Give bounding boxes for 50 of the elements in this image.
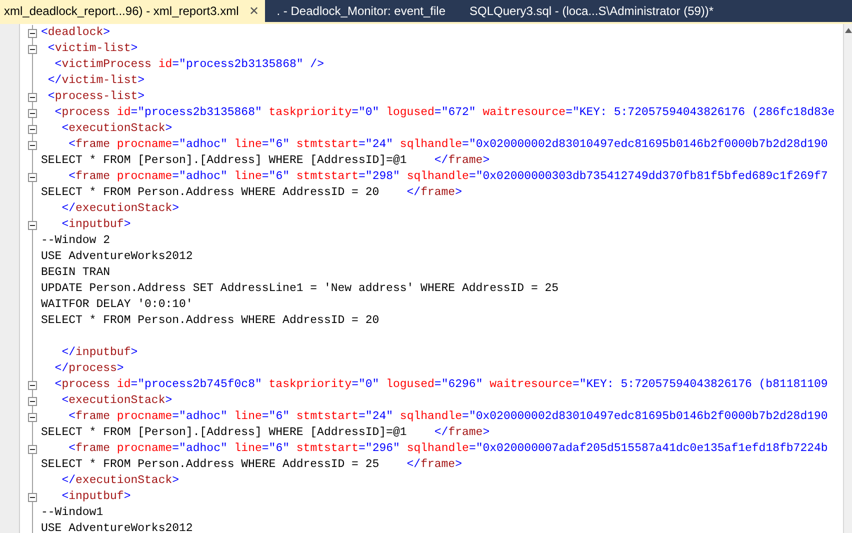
collapse-icon[interactable]	[28, 444, 36, 454]
document-tab[interactable]: SQLQuery3.sql - (loca...S\Administrator (59))*	[458, 0, 726, 22]
code-line: </victim-list>	[46, 73, 145, 89]
collapse-icon[interactable]	[28, 140, 36, 150]
code-line: BEGIN TRAN	[40, 265, 110, 281]
code-line: SELECT * FROM [Person].[Address] WHERE [AddressID]=@1 </frame>	[40, 153, 490, 169]
up-arrow-icon[interactable]	[844, 28, 852, 33]
collapse-icon[interactable]	[28, 412, 36, 422]
code-line: <process id="process2b3135868" taskpriority="0" logused="672" waitresource="KEY: 5:72057594043826176 (286fc18d83e	[54, 105, 835, 121]
code-line: USE AdventureWorks2012	[40, 249, 193, 265]
collapse-icon[interactable]	[28, 108, 36, 118]
code-line: <process id="process2b745f0c8" taskpriority="0" logused="6296" waitresource="KEY: 5:72057594043826176 (b81181109	[54, 377, 828, 393]
code-line: <executionStack>	[60, 393, 172, 409]
code-line: UPDATE Person.Address SET AddressLine1 = 'New address' WHERE AddressID = 25	[40, 281, 559, 297]
collapse-icon[interactable]	[28, 124, 36, 134]
scrollbar[interactable]	[843, 24, 852, 533]
code-line: --Window 2	[40, 233, 110, 249]
code-line: <frame procname="adhoc" line="6" stmtstart="24" sqlhandle="0x020000002d83010497edc81695b0146b2f0000b7b2d28d190	[68, 137, 828, 153]
code-line: --Window1	[40, 505, 104, 521]
code-line: WAITFOR DELAY '0:0:10'	[40, 297, 193, 313]
code-line: </inputbuf>	[60, 345, 138, 361]
code-line: SELECT * FROM Person.Address WHERE AddressID = 20	[40, 313, 380, 329]
collapse-icon[interactable]	[28, 92, 36, 102]
collapse-icon[interactable]	[28, 220, 36, 230]
collapse-icon[interactable]	[28, 172, 36, 182]
code-line: <deadlock>	[40, 25, 110, 41]
code-line: <frame procname="adhoc" line="6" stmtstart="24" sqlhandle="0x020000002d83010497edc81695b0146b2f0000b7b2d28d190	[68, 409, 828, 425]
collapse-icon[interactable]	[28, 492, 36, 502]
code-line: <inputbuf>	[60, 489, 131, 505]
code-line: SELECT * FROM [Person].[Address] WHERE [AddressID]=@1 </frame>	[40, 425, 490, 441]
collapse-icon[interactable]	[28, 396, 36, 406]
code-line: SELECT * FROM Person.Address WHERE AddressID = 20 </frame>	[40, 185, 462, 201]
code-line: </executionStack>	[60, 201, 180, 217]
collapse-icon[interactable]	[28, 380, 36, 390]
collapse-icon[interactable]	[28, 44, 36, 54]
code-line: </executionStack>	[60, 473, 180, 489]
code-line: SELECT * FROM Person.Address WHERE AddressID = 25 </frame>	[40, 457, 462, 473]
collapse-icon[interactable]	[28, 28, 36, 38]
code-line: <frame procname="adhoc" line="6" stmtstart="296" sqlhandle="0x020000007adaf205d515587a41dc0e135af1efd18fb7224b	[68, 441, 828, 457]
code-line: <victim-list>	[46, 41, 138, 57]
code-line: USE AdventureWorks2012	[40, 521, 193, 533]
code-line: <inputbuf>	[60, 217, 131, 233]
code-line: <executionStack>	[60, 121, 172, 137]
document-tab[interactable]: . - Deadlock_Monitor: event_file	[264, 0, 458, 22]
code-line: </process>	[54, 361, 124, 377]
document-tab[interactable]: xml_deadlock_report...96) - xml_report3.xml ✕	[0, 0, 265, 22]
code-line: <frame procname="adhoc" line="6" stmtstart="298" sqlhandle="0x02000000303db735412749dd370fb81f5bfed689c1f269f7	[68, 169, 828, 185]
code-line: <victimProcess id="process2b3135868" />	[54, 57, 324, 73]
code-line: <process-list>	[46, 89, 145, 105]
close-button[interactable]: ✕	[246, 5, 261, 17]
